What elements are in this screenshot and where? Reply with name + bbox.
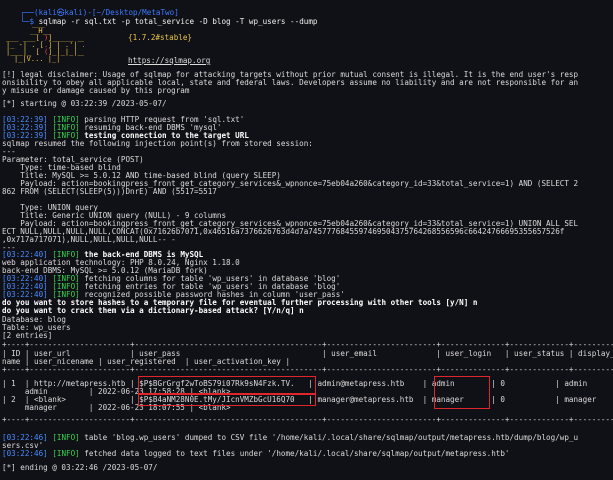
table-border: +----+----------------------+-----------… [2, 415, 613, 424]
shell-prompt-line: ┌──(kali㉿kali)-[~/Desktop/MetaTwo] [2, 1, 178, 17]
starting-line: [*] starting @ 03:22:39 /2023-05-07/ [2, 99, 167, 108]
ending-line: [*] ending @ 03:22:46 /2023-05-07/ [2, 463, 158, 472]
password-hash-highlight [138, 376, 316, 394]
resumed-line: sqlmap resumed the following injection p… [2, 139, 313, 148]
sqlmap-url-link[interactable]: https://sqlmap.org [128, 56, 210, 65]
injection-line: ,0x717a717071),NULL,NULL,NULL,NULL-- - [2, 235, 176, 244]
log-line: [03:22:46] [INFO] table 'blog.wp_users' … [2, 433, 579, 442]
sqlmap-version: {1.7.2#stable} [128, 33, 193, 42]
injection-line: 862 FROM (SELECT(SLEEP(5)))DnrE) AND (55… [2, 187, 217, 196]
table-border: +----+----------------------+-----------… [2, 365, 613, 374]
sqlmap-logo: ___ __H__ ___ ___[ ) ]_____ ___ |_ -| . … [6, 20, 84, 63]
svg-text:|_|V... |_|: |_|V... |_| [14, 55, 60, 63]
user-login-highlight [434, 376, 490, 409]
terminal-window[interactable]: ┌──(kali㉿kali)-[~/Desktop/MetaTwo] └─$ s… [0, 0, 613, 480]
log-line: [03:22:46] [INFO] fetched data logged to… [2, 449, 510, 458]
password-hash-highlight [138, 394, 316, 406]
command-line[interactable]: └─$ sqlmap -r sql.txt -p total_service -… [2, 10, 317, 26]
disclaimer-line: y misuse or damage caused by this progra… [2, 86, 190, 95]
